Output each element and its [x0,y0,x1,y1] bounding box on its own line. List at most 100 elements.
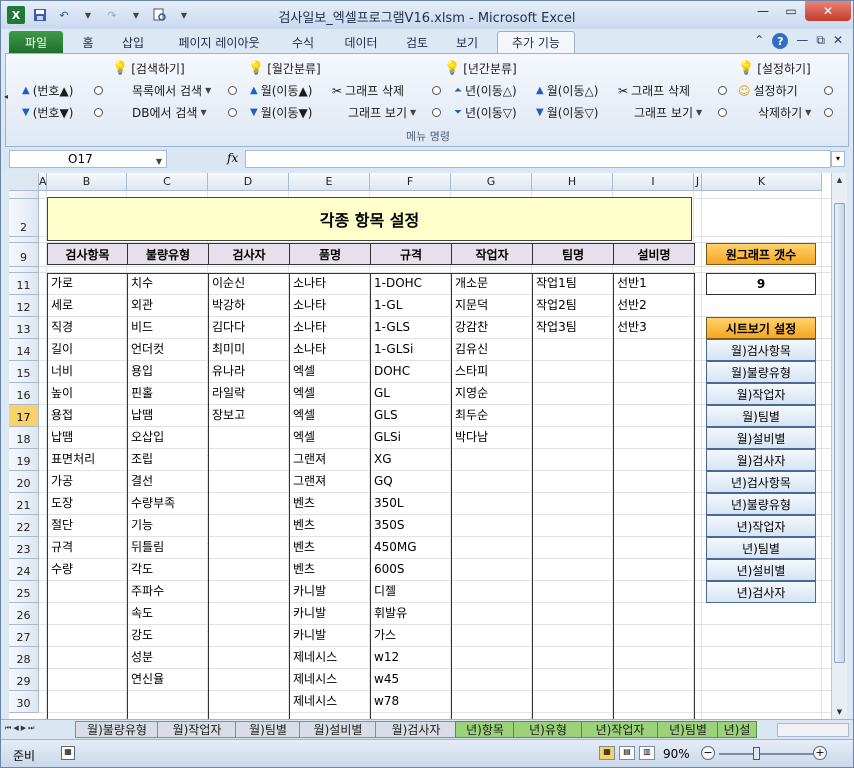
graph-view-2-radio[interactable] [718,108,727,117]
table-cell[interactable]: 소나타 [290,339,369,361]
table-cell[interactable]: GLS [371,405,450,427]
table-cell[interactable]: 절단 [48,515,126,537]
table-cell[interactable]: 선반1 [614,273,693,295]
search-list-button[interactable]: 목록에서 검색 ▼ [132,82,211,99]
table-cell[interactable]: 선반2 [614,295,693,317]
table-cell[interactable]: 기능 [128,515,207,537]
sheet-view-button[interactable]: 년)검사항목 [706,471,816,493]
row-header[interactable]: 9 [9,243,39,267]
name-box[interactable]: O17 ▼ [9,150,167,168]
table-cell[interactable]: 작업2팀 [533,295,612,317]
table-cell[interactable]: 납땜 [128,405,207,427]
zoom-out-icon[interactable]: − [701,746,715,760]
table-cell[interactable]: 속도 [128,603,207,625]
table-cell[interactable]: 450MG [371,537,450,559]
table-cell[interactable]: GL [371,383,450,405]
table-cell[interactable]: 강도 [128,625,207,647]
row-header[interactable]: 17 [9,405,39,427]
sheet-tab[interactable]: 월)작업자 [157,721,237,738]
row-header[interactable]: 29 [9,669,39,691]
table-cell[interactable]: 비드 [128,317,207,339]
table-cell[interactable]: 직경 [48,317,126,339]
table-cell[interactable]: 주파수 [128,581,207,603]
year-move-up-button[interactable]: ⏶ 년(이동△) [454,82,517,99]
expand-formula-bar-icon[interactable]: ▾ [831,151,845,167]
table-cell[interactable]: 벤츠 [290,515,369,537]
table-cell[interactable]: 길이 [48,339,126,361]
num-up-radio[interactable] [94,86,103,95]
sheet-view-button[interactable]: 년)작업자 [706,515,816,537]
table-cell[interactable]: 벤츠 [290,537,369,559]
ribbon-scroll-left-icon[interactable]: ◂ [4,92,8,101]
table-cell[interactable]: 지문덕 [452,295,531,317]
table-cell[interactable]: XG [371,449,450,471]
zoom-in-icon[interactable]: + [813,746,827,760]
workbook-minimize-icon[interactable]: — [796,33,808,49]
table-cell[interactable]: 카니발 [290,581,369,603]
scroll-thumb[interactable] [834,203,845,663]
table-cell[interactable]: 소나타 [290,273,369,295]
table-cell[interactable]: 수량 [48,559,126,581]
table-cell[interactable]: 수량부족 [128,493,207,515]
tab-home[interactable]: 홈 [75,31,101,53]
table-cell[interactable]: 엑셀 [290,405,369,427]
sheet-view-button[interactable]: 월)검사자 [706,449,816,471]
tab-data[interactable]: 데이터 [337,31,385,53]
sheet-view-button[interactable]: 월)팀별 [706,405,816,427]
row-header[interactable]: 19 [9,449,39,471]
sheet-view-button[interactable]: 년)설비별 [706,559,816,581]
sheet-tab[interactable]: 월)설비별 [299,721,377,738]
sheet-tab[interactable]: 년)팀별 [657,721,719,738]
scroll-up-icon[interactable]: ▲ [832,173,847,187]
table-cell[interactable]: 스타피 [452,361,531,383]
table-cell[interactable]: 각도 [128,559,207,581]
table-cell[interactable]: 조립 [128,449,207,471]
row-header[interactable]: 11 [9,273,39,295]
macro-record-icon[interactable]: ▦ [61,746,75,760]
table-cell[interactable]: 너비 [48,361,126,383]
sheet-tab[interactable]: 년)작업자 [581,721,659,738]
column-header[interactable]: I [613,173,694,191]
table-cell[interactable]: 휘발유 [371,603,450,625]
row-header[interactable]: 2 [9,199,39,237]
column-header[interactable]: C [127,173,208,191]
sheet-tab[interactable]: 년)항목 [455,721,515,738]
num-down-button[interactable]: ▼ (번호▼) [22,104,73,121]
sheet-view-button[interactable]: 월)설비별 [706,427,816,449]
page-break-view-icon[interactable]: ▥ [639,746,655,760]
table-cell[interactable]: 치수 [128,273,207,295]
next-sheet-icon[interactable]: ▶ [21,724,26,733]
table-cell[interactable]: GQ [371,471,450,493]
table-cell[interactable]: 결선 [128,471,207,493]
tab-add-ins[interactable]: 추가 기능 [497,31,575,53]
formula-input[interactable] [245,150,831,168]
month-move-down-button[interactable]: ▼ 월(이동▼) [250,104,312,121]
table-cell[interactable]: 카니발 [290,625,369,647]
tab-formulas[interactable]: 수식 [283,31,323,53]
table-cell[interactable]: w78 [371,691,450,713]
maximize-icon[interactable]: ▭ [777,1,805,21]
graph-count-value[interactable]: 9 [706,273,816,295]
table-cell[interactable]: 오삽입 [128,427,207,449]
table-cell[interactable]: 김유신 [452,339,531,361]
table-cell[interactable]: 납땜 [48,427,126,449]
graph-delete-1-button[interactable]: ✂ 그래프 삭제 [332,82,404,99]
row-header[interactable]: 14 [9,339,39,361]
table-cell[interactable]: 카니발 [290,603,369,625]
sheet-tab[interactable]: 월)검사자 [375,721,457,738]
row-header[interactable]: 28 [9,647,39,669]
column-header[interactable]: A [39,173,47,191]
select-all-corner[interactable] [9,173,39,191]
row-header[interactable] [9,191,39,199]
table-cell[interactable]: 높이 [48,383,126,405]
table-cell[interactable]: 개소문 [452,273,531,295]
tab-page-layout[interactable]: 페이지 레이아웃 [167,31,271,53]
table-cell[interactable]: 최두순 [452,405,531,427]
table-cell[interactable]: 제네시스 [290,691,369,713]
scroll-down-icon[interactable]: ▼ [832,705,847,719]
delete-button[interactable]: 삭제하기 ▼ [758,104,811,121]
close-icon[interactable]: ✕ [805,1,851,21]
column-header[interactable]: G [451,173,532,191]
table-cell[interactable]: 가로 [48,273,126,295]
graph-view-2-button[interactable]: 그래프 보기 ▼ [634,104,702,121]
